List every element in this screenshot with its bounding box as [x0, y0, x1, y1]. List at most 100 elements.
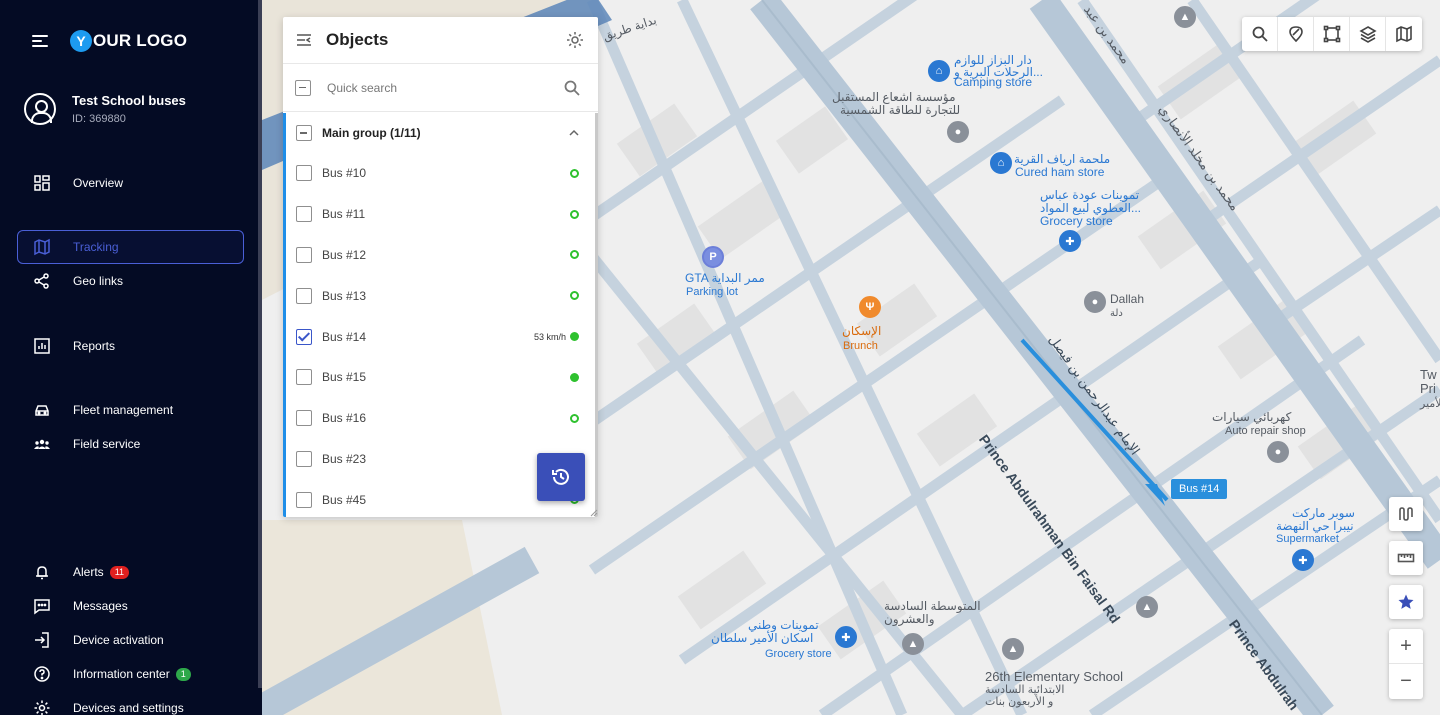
- nav-geo-links[interactable]: Geo links: [17, 264, 244, 298]
- favorites-button[interactable]: [1389, 585, 1423, 619]
- nav-tracking-label: Tracking: [73, 240, 119, 254]
- map-type-button[interactable]: [1386, 17, 1422, 51]
- area-select-icon: [1323, 25, 1340, 43]
- object-row[interactable]: Bus #13: [286, 275, 598, 316]
- object-checkbox[interactable]: [296, 246, 312, 263]
- user-avatar-icon: [24, 93, 56, 125]
- object-row[interactable]: Bus #12: [286, 235, 598, 276]
- nav-tracking[interactable]: Tracking: [17, 230, 244, 264]
- nav-overview[interactable]: Overview: [17, 166, 244, 200]
- object-speed: 53 km/h: [533, 331, 566, 342]
- object-row[interactable]: Bus #10: [286, 153, 598, 194]
- camping-pin-icon[interactable]: ⌂: [928, 60, 950, 82]
- group-row-main[interactable]: Main group (1/11): [286, 113, 598, 153]
- object-checkbox[interactable]: [296, 450, 312, 467]
- map-label-edge-1: Tw: [1420, 367, 1437, 382]
- auto-repair-pin-icon[interactable]: ●: [1267, 441, 1289, 463]
- objects-search-bar: [283, 64, 598, 112]
- nav-information-center[interactable]: Information center 1: [17, 657, 244, 691]
- resize-grip-icon[interactable]: [590, 509, 598, 517]
- zoom-in-button[interactable]: +: [1389, 629, 1423, 664]
- map-label-super-ar2: نيبرا حي النهضة: [1276, 519, 1354, 533]
- nav-device-activation-label: Device activation: [73, 633, 164, 647]
- object-checkbox[interactable]: [296, 491, 312, 508]
- solar-store-pin-icon[interactable]: ●: [947, 121, 969, 143]
- nav-reports[interactable]: Reports: [17, 329, 244, 363]
- nav-messages[interactable]: Messages: [17, 589, 244, 623]
- objects-list-scrollbar[interactable]: [595, 113, 598, 517]
- school-pin-icon[interactable]: ▲: [1136, 596, 1158, 618]
- grocery-pin-icon[interactable]: ✚: [1059, 230, 1081, 252]
- quick-search-input[interactable]: [327, 80, 547, 95]
- map-icon: [33, 238, 51, 256]
- objects-panel-header: Objects: [283, 17, 598, 64]
- collapse-menu-icon[interactable]: [32, 35, 48, 47]
- search-icon: [1252, 26, 1268, 42]
- logo[interactable]: Y OUR LOGO: [70, 30, 187, 52]
- object-row[interactable]: Bus #16: [286, 398, 598, 439]
- panel-settings-icon[interactable]: [565, 30, 585, 50]
- object-row[interactable]: Bus #15: [286, 357, 598, 398]
- group-checkbox[interactable]: [296, 125, 312, 141]
- middle-school-pin-icon[interactable]: ▲: [902, 633, 924, 655]
- map-label-middle-ar2: والعشرون: [884, 612, 935, 626]
- nav-geo-links-label: Geo links: [73, 274, 124, 288]
- object-checkbox[interactable]: [296, 369, 312, 386]
- bus-14-marker[interactable]: Bus #14: [1171, 479, 1228, 499]
- parking-pin-icon[interactable]: P: [702, 246, 724, 268]
- geofence-button[interactable]: [1278, 17, 1314, 51]
- route-button[interactable]: [1389, 497, 1423, 531]
- route-icon: [1399, 507, 1413, 521]
- nav-device-activation[interactable]: Device activation: [17, 623, 244, 657]
- restaurant-pin-icon[interactable]: Ψ: [859, 296, 881, 318]
- bell-icon: [33, 563, 51, 581]
- ruler-button[interactable]: [1389, 541, 1423, 575]
- map-search-button[interactable]: [1242, 17, 1278, 51]
- grocery-2-pin-icon[interactable]: ✚: [835, 626, 857, 648]
- object-checkbox[interactable]: [296, 165, 312, 182]
- car-icon: [33, 401, 51, 419]
- object-row[interactable]: Bus #11: [286, 194, 598, 235]
- nav-fleet-label: Fleet management: [73, 403, 174, 417]
- history-button[interactable]: [537, 453, 585, 501]
- map-label-edge-3: الأمير: [1420, 398, 1440, 410]
- object-checkbox[interactable]: [296, 206, 312, 223]
- supermarket-pin-icon[interactable]: ✚: [1292, 549, 1314, 571]
- landmark-pin-icon[interactable]: ▲: [1174, 6, 1196, 28]
- elementary-school-pin-icon[interactable]: ▲: [1002, 638, 1024, 660]
- area-select-button[interactable]: [1314, 17, 1350, 51]
- map-label-edge-2: Pri: [1420, 381, 1436, 396]
- collapse-panel-icon[interactable]: [296, 33, 312, 47]
- nav-alerts-label: Alerts: [73, 565, 104, 579]
- map-label-school-ar2: و الأربعون بنات: [985, 696, 1054, 708]
- help-circle-icon: [33, 665, 51, 683]
- ham-store-pin-icon[interactable]: ⌂: [990, 152, 1012, 174]
- object-name: Bus #16: [322, 411, 367, 426]
- object-checkbox[interactable]: [296, 287, 312, 304]
- dashboard-grid-icon: [33, 174, 51, 192]
- status-indicator-icon: [570, 209, 579, 219]
- dallah-pin-icon[interactable]: ●: [1084, 291, 1106, 313]
- chevron-up-icon[interactable]: [568, 127, 580, 139]
- nav-devices-settings[interactable]: Devices and settings: [17, 691, 244, 715]
- status-indicator-icon: [570, 250, 579, 260]
- account-info[interactable]: Test School buses ID: 369880: [24, 93, 186, 125]
- object-checkbox[interactable]: [296, 328, 312, 345]
- layers-button[interactable]: [1350, 17, 1386, 51]
- zoom-out-button[interactable]: −: [1389, 664, 1423, 699]
- sidebar: Y OUR LOGO Test School buses ID: 369880 …: [0, 0, 262, 715]
- nav-alerts[interactable]: Alerts 11: [17, 555, 244, 589]
- search-icon[interactable]: [563, 79, 581, 97]
- object-row[interactable]: Bus #14 53 km/h: [286, 316, 598, 357]
- map-label-ham-en: Cured ham store: [1015, 165, 1105, 179]
- map-toolbar: [1242, 17, 1422, 51]
- nav-field-service[interactable]: Field service: [17, 427, 244, 461]
- select-all-checkbox[interactable]: [295, 79, 311, 96]
- map-label-grocery2-ar2: اسكان الأمير سلطان: [711, 631, 814, 645]
- map-label-brunch-ar: الإسكان: [842, 324, 882, 338]
- status-indicator-icon: [570, 372, 579, 382]
- layers-icon: [1358, 26, 1377, 43]
- geofence-icon: [1288, 26, 1303, 43]
- object-checkbox[interactable]: [296, 410, 312, 427]
- nav-fleet-management[interactable]: Fleet management: [17, 393, 244, 427]
